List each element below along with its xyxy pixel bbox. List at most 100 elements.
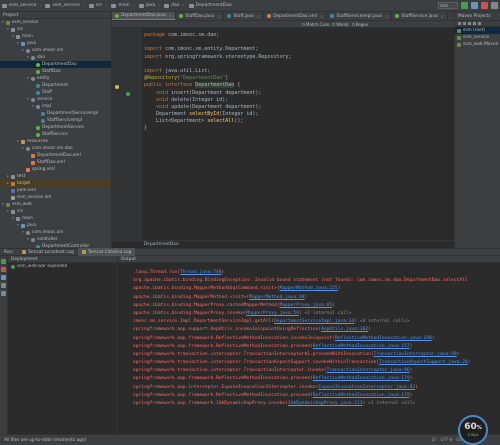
tree-item[interactable]: ▾ main — [0, 215, 111, 222]
rerun-icon[interactable] — [1, 259, 6, 264]
words-option[interactable]: Words — [332, 22, 349, 27]
expand-arrow-icon[interactable]: ▾ — [27, 76, 30, 80]
close-icon[interactable]: × — [385, 14, 388, 19]
tree-item[interactable]: Department — [0, 82, 111, 89]
editor-tab[interactable]: StaffService.java × — [392, 12, 448, 20]
tree-item[interactable]: StaffService — [0, 131, 111, 138]
expand-arrow-icon[interactable]: ▾ — [17, 223, 20, 227]
run-tab[interactable]: Tomcat Localhost Log — [18, 248, 78, 256]
expand-arrow-icon[interactable]: ▾ — [22, 48, 25, 52]
tree-item[interactable]: ▾ src — [0, 208, 111, 215]
expand-arrow-icon[interactable]: ▾ — [32, 104, 35, 108]
download-icon[interactable] — [468, 22, 471, 25]
status-widget[interactable]: LF — [432, 437, 437, 442]
editor-tab[interactable]: StaffDao.java × — [176, 12, 225, 20]
tree-item[interactable]: DepartmentService — [0, 124, 111, 131]
expand-arrow-icon[interactable]: ▾ — [17, 41, 20, 45]
expand-arrow-icon[interactable]: ▾ — [17, 139, 20, 143]
breadcrumb-item[interactable]: dao › — [164, 3, 185, 9]
tree-item[interactable]: ▾ controller — [0, 236, 111, 243]
editor-tab[interactable]: DepartmentDao.xml × — [264, 12, 328, 20]
expand-arrow-icon[interactable]: ▾ — [27, 97, 30, 101]
maven-project-item[interactable]: ssm_web Maven — [455, 41, 500, 48]
tree-item[interactable]: ssm_service.iml — [0, 194, 111, 201]
debug-icon[interactable] — [471, 2, 478, 9]
breadcrumb-item[interactable]: src › — [88, 3, 107, 9]
bulb-icon[interactable] — [115, 85, 119, 89]
tree-item[interactable]: ▾ java — [0, 40, 111, 47]
expand-arrow-icon[interactable]: ▸ — [7, 181, 10, 185]
close-icon[interactable]: × — [441, 14, 444, 19]
expand-arrow-icon[interactable]: ▾ — [22, 230, 25, 234]
close-icon[interactable]: × — [257, 14, 260, 19]
match-case-option[interactable]: Match Case — [302, 22, 329, 27]
maven-panel-header[interactable]: Maven Projects — [455, 12, 500, 21]
editor-tab[interactable]: DepartmentDao.java × — [112, 12, 177, 20]
breadcrumb-item[interactable]: main › — [111, 3, 135, 9]
close-icon[interactable]: × — [217, 14, 220, 19]
status-widget[interactable]: UTF-8 — [441, 437, 453, 442]
maven-project-item[interactable]: ssm_service — [455, 34, 500, 41]
tree-item[interactable]: ▾ com.imooc.sm — [0, 47, 111, 54]
expand-arrow-icon[interactable]: ▾ — [7, 27, 10, 31]
expand-arrow-icon[interactable]: ▾ — [7, 209, 10, 213]
tree-item[interactable]: ▾ ssm_web — [0, 201, 111, 208]
tree-item[interactable]: ▾ impl — [0, 103, 111, 110]
breadcrumb-item[interactable]: DepartmentDao — [188, 3, 232, 8]
expand-arrow-icon[interactable]: ▾ — [22, 146, 25, 150]
tree-item[interactable]: ▾ resources — [0, 138, 111, 145]
regex-option[interactable]: Regex — [351, 22, 368, 27]
console-output[interactable]: Output .lang.Thread.run(Thread.java:748)… — [118, 256, 500, 434]
tree-item[interactable]: ▾ src — [0, 26, 111, 33]
expand-arrow-icon[interactable]: ▾ — [27, 237, 30, 241]
breadcrumb-item[interactable]: ssm_service › — [45, 3, 85, 9]
deploy-icon[interactable] — [1, 283, 6, 288]
settings-icon[interactable] — [478, 22, 481, 25]
run-tab[interactable]: Tomcat Catalina Log — [77, 248, 136, 256]
implemented-icon[interactable] — [126, 92, 130, 96]
tree-item[interactable]: ▾ main — [0, 33, 111, 40]
search-icon[interactable] — [491, 2, 498, 9]
run-icon[interactable] — [461, 2, 468, 9]
refresh-icon[interactable] — [458, 22, 461, 25]
run-icon[interactable] — [473, 22, 476, 25]
add-icon[interactable] — [463, 22, 466, 25]
editor-breadcrumb[interactable]: DepartmentDao — [112, 240, 454, 248]
stop-icon[interactable] — [1, 267, 6, 272]
tree-item[interactable]: spring.xml — [0, 166, 111, 173]
expand-arrow-icon[interactable]: ▾ — [27, 55, 30, 59]
tree-item[interactable]: pom.xml — [0, 187, 111, 194]
maven-project-item[interactable]: ssm (root) — [455, 27, 500, 34]
expand-arrow-icon[interactable]: ▾ — [12, 34, 15, 38]
expand-arrow-icon[interactable]: ▸ — [7, 174, 10, 178]
tree-item[interactable]: ▾ service — [0, 96, 111, 103]
tree-item[interactable]: StaffDao — [0, 68, 111, 75]
tree-item[interactable]: ▾ ssm_service — [0, 19, 111, 26]
tree-item[interactable]: ▸ target — [0, 180, 111, 187]
tree-item[interactable]: ▾ java — [0, 222, 111, 229]
tree-item[interactable]: ▾ dao — [0, 54, 111, 61]
run-config-select[interactable]: ssm — [438, 2, 458, 9]
close-icon[interactable]: × — [169, 13, 172, 18]
tree-item[interactable]: DepartmentDao — [0, 61, 111, 68]
expand-arrow-icon[interactable]: ▾ — [12, 216, 15, 220]
tree-item[interactable]: DepartmentServiceImpl — [0, 110, 111, 117]
stop-icon[interactable] — [481, 2, 488, 9]
run-tab[interactable]: Run: — [0, 248, 18, 256]
update-icon[interactable] — [1, 275, 6, 280]
artifact-row[interactable]: ssm_web:war exploded — [8, 263, 117, 270]
expand-arrow-icon[interactable]: ▾ — [2, 20, 5, 24]
breadcrumb-item[interactable]: ssm_service › — [2, 3, 41, 9]
project-panel-header[interactable]: Project — [0, 12, 111, 19]
breadcrumb-item[interactable]: java › — [138, 3, 160, 9]
expand-arrow-icon[interactable]: ▾ — [2, 202, 5, 206]
tree-item[interactable]: ▾ entity — [0, 75, 111, 82]
tree-item[interactable]: Staff — [0, 89, 111, 96]
editor-tab[interactable]: StaffServiceImpl.java × — [327, 12, 393, 20]
settings-icon[interactable] — [1, 291, 6, 296]
close-icon[interactable]: × — [320, 14, 323, 19]
editor-tab[interactable]: Staff.java × — [224, 12, 265, 20]
tree-item[interactable]: DepartmentDao.xml — [0, 152, 111, 159]
tree-item[interactable]: ▾ com.imooc.sm.dao — [0, 145, 111, 152]
tree-item[interactable]: StaffDao.xml — [0, 159, 111, 166]
